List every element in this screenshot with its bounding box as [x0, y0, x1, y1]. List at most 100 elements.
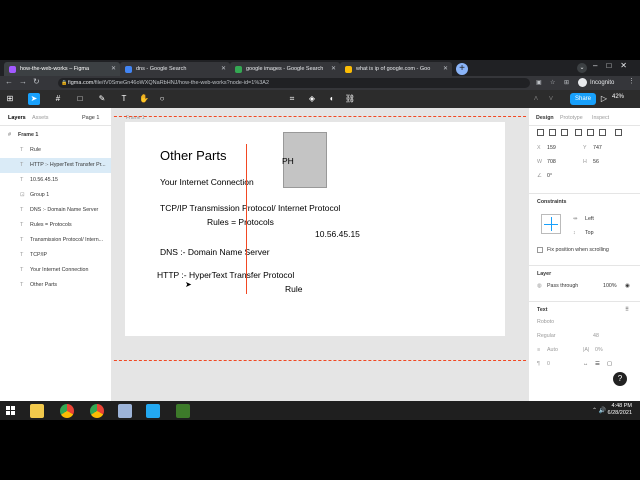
distribute-icon[interactable] [615, 129, 622, 136]
extensions-icon[interactable]: ⊞ [564, 79, 569, 86]
align-left-icon[interactable] [537, 129, 544, 136]
text-other-parts[interactable]: Other Parts [160, 148, 226, 163]
forward-icon[interactable]: → [19, 77, 27, 86]
hand-tool-icon[interactable]: ✋ [138, 93, 150, 105]
text-your-internet-connection[interactable]: Your Internet Connection [160, 177, 254, 187]
text-tool-icon[interactable]: T [118, 93, 130, 105]
layer-item[interactable]: ⊡ Group 1 [0, 188, 111, 203]
tab-google-images[interactable]: google images - Google Search ✕ [230, 62, 340, 76]
component-icon[interactable]: ⌗ [286, 93, 298, 105]
fill-icon[interactable]: ◐ [326, 93, 338, 105]
window-controls[interactable]: –□✕ [593, 61, 636, 70]
new-tab-button[interactable]: + [456, 63, 468, 75]
auto-height-icon[interactable]: ☰ [595, 361, 600, 367]
frame-label[interactable]: Frame 1 [126, 115, 145, 121]
align-center-h-icon[interactable] [549, 129, 556, 136]
layer-item[interactable]: T Transmission Protocol/ Intern... [0, 233, 111, 248]
shape-tool-icon[interactable]: □ [74, 93, 86, 105]
fix-position-checkbox[interactable] [537, 247, 543, 253]
taskbar-clock[interactable]: 4:48 PM 6/28/2021 [608, 403, 632, 417]
close-icon[interactable]: ✕ [331, 62, 336, 76]
text-ph[interactable]: PH [282, 156, 294, 166]
font-select[interactable]: Roboto [537, 319, 554, 325]
font-size-input[interactable]: 48 [593, 333, 599, 339]
tab-figma[interactable]: how-the-web-works – Figma ✕ [4, 62, 120, 76]
text-tcpip[interactable]: TCP/IP Transmission Protocol/ Internet P… [160, 203, 340, 213]
y-input[interactable]: 747 [593, 145, 602, 151]
help-button[interactable]: ? [613, 372, 627, 386]
close-icon[interactable]: ✕ [111, 62, 116, 76]
align-right-icon[interactable] [561, 129, 568, 136]
mask-icon[interactable]: ◈ [306, 93, 318, 105]
layer-frame[interactable]: # Frame 1 [0, 128, 111, 143]
constraint-widget[interactable] [541, 214, 561, 234]
windows-start-icon[interactable] [6, 406, 16, 416]
constraint-v-select[interactable]: Top [585, 230, 594, 236]
auto-width-icon[interactable]: ↔ [583, 361, 588, 367]
text-styles-icon[interactable]: ⠿ [625, 307, 629, 313]
paragraph-spacing-input[interactable]: 0 [547, 361, 550, 367]
file-explorer-icon[interactable] [30, 404, 44, 418]
text-rule[interactable]: Rule [285, 284, 302, 294]
back-icon[interactable]: ← [5, 77, 13, 86]
chrome-icon[interactable] [90, 404, 104, 418]
profile-incognito[interactable]: Incognito [578, 77, 614, 89]
layer-item[interactable]: T Other Parts [0, 278, 111, 293]
w-input[interactable]: 708 [547, 159, 556, 165]
menu-kebab-icon[interactable]: ⋮ [628, 77, 635, 85]
tab-design[interactable]: Design [536, 115, 554, 121]
frame-tool-icon[interactable]: # [52, 93, 64, 105]
frame-1[interactable]: Other Parts Your Internet Connection TCP… [125, 122, 505, 336]
layer-item[interactable]: T Rules = Protocols [0, 218, 111, 233]
h-input[interactable]: 56 [593, 159, 599, 165]
tab-dns[interactable]: dns - Google Search ✕ [120, 62, 230, 76]
blend-select[interactable]: Pass through [547, 283, 578, 289]
spreadsheet-app-icon[interactable] [176, 404, 190, 418]
layer-item[interactable]: T Your Internet Connection [0, 263, 111, 278]
tab-google-ip[interactable]: what is ip of google.com - Goo ✕ [340, 62, 452, 76]
weight-select[interactable]: Regular [537, 333, 556, 339]
tab-prototype[interactable]: Prototype [560, 115, 583, 121]
fixed-size-icon[interactable]: ▢ [607, 361, 612, 367]
rotation-input[interactable]: 0° [547, 173, 552, 179]
notepad-icon[interactable] [118, 404, 132, 418]
pen-tool-icon[interactable]: ✎ [96, 93, 108, 105]
zoom-level[interactable]: 42% [612, 94, 624, 100]
text-dns[interactable]: DNS :- Domain Name Server [160, 247, 270, 257]
url-input[interactable]: 🔒 figma.com/file/tV0SmeGn46oWXQNaRbHNJ/h… [58, 78, 530, 88]
page-selector[interactable]: Page 1 [82, 115, 99, 121]
x-input[interactable]: 159 [547, 145, 556, 151]
system-tray-icons[interactable]: ⌃ 🔊 [592, 407, 606, 414]
tab-assets[interactable]: Assets [32, 115, 49, 121]
layer-item[interactable]: T 10.56.45.15 [0, 173, 111, 188]
text-rules-protocols[interactable]: Rules = Protocols [207, 217, 274, 227]
align-bottom-icon[interactable] [599, 129, 606, 136]
chevron-up-icon[interactable]: ˄ [530, 93, 542, 105]
share-button[interactable]: Share [570, 93, 596, 105]
tab-search-icon[interactable]: ⌄ [577, 63, 587, 73]
main-menu-icon[interactable]: ⊞ [4, 93, 16, 105]
canvas[interactable]: Frame 1 Other Parts Your Internet Connec… [112, 108, 528, 420]
tab-layers[interactable]: Layers [8, 115, 26, 121]
layer-item[interactable]: T Rule [0, 143, 111, 158]
close-icon[interactable]: ✕ [221, 62, 226, 76]
bookmark-star-icon[interactable]: ☆ [550, 79, 555, 86]
text-ip-address[interactable]: 10.56.45.15 [315, 229, 360, 239]
constraint-h-select[interactable]: Left [585, 216, 594, 222]
layer-item[interactable]: T TCP/IP [0, 248, 111, 263]
letter-spacing-input[interactable]: 0% [595, 347, 603, 353]
eye-icon[interactable]: ◉ [625, 283, 630, 289]
layer-item[interactable]: T HTTP :- HyperText Transfer Pr... [0, 158, 111, 173]
layer-item[interactable]: T DNS :- Domain Name Server [0, 203, 111, 218]
text-http[interactable]: HTTP :- HyperText Transfer Protocol [157, 270, 294, 280]
chrome-icon[interactable] [60, 404, 74, 418]
align-top-icon[interactable] [575, 129, 582, 136]
opacity-input[interactable]: 100% [603, 283, 617, 289]
vscode-icon[interactable] [146, 404, 160, 418]
move-tool-icon[interactable]: ➤ [28, 93, 40, 105]
present-icon[interactable]: ▷ [598, 93, 610, 105]
close-icon[interactable]: ✕ [443, 62, 448, 76]
save-icon[interactable]: ▣ [536, 79, 542, 86]
align-center-v-icon[interactable] [587, 129, 594, 136]
link-icon[interactable]: ⛓ [344, 93, 356, 105]
